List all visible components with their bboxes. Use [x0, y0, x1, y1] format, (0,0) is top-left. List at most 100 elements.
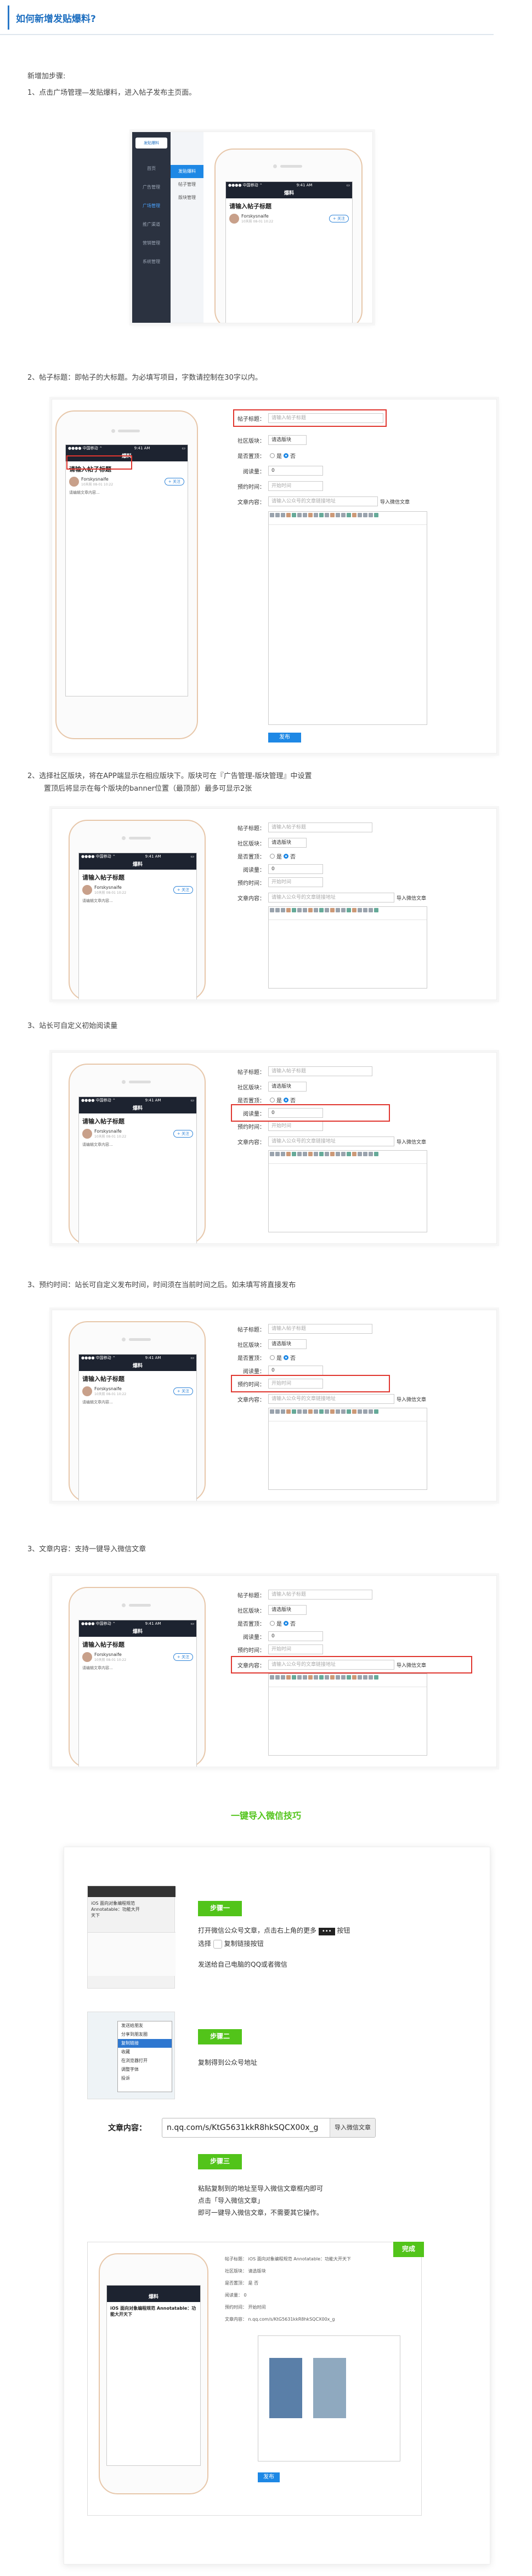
- import-button[interactable]: 导入微信文章: [397, 894, 426, 901]
- post-title-placeholder: 请输入帖子标题: [82, 1118, 124, 1125]
- time-input[interactable]: 开始时间: [268, 877, 323, 887]
- import-button[interactable]: 导入微信文章: [380, 498, 410, 505]
- status-bar: ●●●● 中国移动 ⌃ 9:41 AM ▭: [79, 1097, 196, 1104]
- side-item-system[interactable]: 系统管理: [137, 253, 166, 271]
- follow-button[interactable]: + 关注: [173, 1387, 193, 1395]
- post-form: 帖子标题： 请输入帖子标题 社区版块： 请选版块 是否置顶：是否 阅读量： 0 预约时…: [231, 1584, 491, 1764]
- author-name: Forskysnaife: [94, 885, 122, 890]
- title-input[interactable]: 请输入帖子标题: [268, 1324, 372, 1334]
- status-bar: ●●●● 中国移动 ⌃ 9:41 AM ▭: [79, 1620, 196, 1627]
- editor-toolbar[interactable]: [269, 1151, 427, 1164]
- import-button[interactable]: 导入微信文章: [397, 1396, 426, 1403]
- rich-editor[interactable]: [268, 1150, 427, 1232]
- top-no-radio[interactable]: [284, 1620, 288, 1626]
- content-url-input[interactable]: 请输入公众号的文章链接地址: [268, 496, 378, 506]
- submenu-board[interactable]: 版块管理: [171, 191, 203, 204]
- nav-bar: 爆料: [226, 189, 352, 198]
- board-select[interactable]: 请选版块: [268, 838, 307, 848]
- follow-button[interactable]: + 关注: [329, 215, 349, 222]
- step2-badge: 步骤二: [198, 2029, 242, 2044]
- top-no-radio[interactable]: [284, 1355, 288, 1360]
- read-input[interactable]: 0: [268, 1366, 323, 1375]
- imported-title: iOS 面向对象编程规范 Annotatable：功能大开天下: [110, 2306, 196, 2317]
- side-item-channel[interactable]: 推广渠道: [137, 215, 166, 234]
- step-1-text: 1、点击广场管理—发贴爆料，进入帖子发布主页面。: [27, 89, 196, 97]
- top-yes-radio[interactable]: [270, 853, 275, 859]
- follow-button[interactable]: + 关注: [164, 478, 184, 486]
- label-top: 是否置顶：: [237, 453, 265, 460]
- wechat-header: [88, 1886, 176, 1897]
- follow-button[interactable]: + 关注: [173, 1653, 193, 1661]
- editor-toolbar[interactable]: [269, 907, 427, 920]
- title-input[interactable]: 请输入帖子标题: [268, 1066, 372, 1076]
- rich-editor[interactable]: [268, 1673, 427, 1756]
- post-time: 10天前 08-01 10:22: [94, 1658, 127, 1662]
- side-item-home[interactable]: 首页: [137, 159, 166, 178]
- board-select[interactable]: 请选版块: [268, 435, 307, 445]
- phone-speaker: [129, 837, 151, 839]
- follow-button[interactable]: + 关注: [173, 886, 193, 894]
- follow-button[interactable]: + 关注: [173, 1130, 193, 1138]
- label-time: 预约时间：: [237, 484, 265, 490]
- form-panel-3: ●●●● 中国移动 ⌃ 9:41 AM ▭ 爆料 请输入帖子标题 Forskysna…: [52, 1310, 497, 1501]
- share-sheet: [88, 1932, 176, 1976]
- top-yes-radio[interactable]: [270, 453, 275, 458]
- rich-editor[interactable]: [268, 1408, 427, 1490]
- top-no-radio[interactable]: [284, 1097, 288, 1103]
- import-button[interactable]: 导入微信文章: [397, 1138, 426, 1145]
- label-content: 文章内容：: [237, 499, 265, 506]
- side-item-marketing[interactable]: 营销管理: [137, 234, 166, 253]
- rich-editor[interactable]: [268, 511, 427, 725]
- top-no-radio[interactable]: [284, 853, 288, 859]
- avatar: [82, 1386, 92, 1396]
- board-select[interactable]: 请选版块: [268, 1082, 307, 1092]
- result-submit[interactable]: 发布: [258, 2472, 280, 2482]
- phone-mockup: ●●●● 中国移动 ⌃ 9:41 AM ▭ 爆料 请输入帖子标题 Forskysna…: [214, 148, 363, 323]
- content-url-input[interactable]: 请输入公众号的文章链接地址: [268, 893, 394, 903]
- top-no-radio[interactable]: [284, 453, 288, 458]
- content-url-input[interactable]: 请输入公众号的文章链接地址: [268, 1394, 394, 1404]
- read-input[interactable]: 0: [268, 864, 323, 874]
- nav-bar: 爆料: [79, 1104, 196, 1113]
- step1-badge: 步骤一: [198, 1901, 242, 1916]
- phone-camera: [122, 1338, 126, 1341]
- board-select[interactable]: 请选版块: [268, 1605, 307, 1615]
- top-yes-radio[interactable]: [270, 1097, 275, 1103]
- title-input[interactable]: 请输入帖子标题: [268, 823, 372, 832]
- import-wechat-button[interactable]: 导入微信文章: [330, 2118, 375, 2137]
- status-bar: ●●●● 中国移动 ⌃ 9:41 AM ▭: [226, 182, 352, 189]
- board-select[interactable]: 请选版块: [268, 1339, 307, 1349]
- done-badge: 完成: [393, 2242, 424, 2257]
- label-content: 文章内容：: [237, 895, 265, 902]
- read-input[interactable]: 0: [268, 466, 323, 476]
- rich-editor[interactable]: [268, 906, 427, 989]
- status-bar: ●●●● 中国移动 ⌃ 9:41 AM ▭: [79, 1355, 196, 1361]
- wechat-article-title: iOS 面向对象编程规范 Annotatable：功能大开天下: [91, 1901, 140, 1918]
- author-row: Forskysnaife 10天前 08-01 10:22 + 关注: [79, 1651, 196, 1663]
- title-input[interactable]: 请输入帖子标题: [268, 1590, 372, 1600]
- editor-toolbar[interactable]: [269, 512, 427, 525]
- read-input[interactable]: 0: [268, 1631, 323, 1641]
- side-item-ads[interactable]: 广告管理: [137, 178, 166, 197]
- content-url-input[interactable]: 请输入公众号的文章链接地址: [268, 1136, 394, 1146]
- result-form: 帖子标题： iOS 面向对象编程规范 Annotatable：功能大开天下 社区…: [225, 2257, 352, 2322]
- top-yes-radio[interactable]: [270, 1355, 275, 1360]
- time-input[interactable]: 开始时间: [268, 1644, 323, 1654]
- top-yes-radio[interactable]: [270, 1620, 275, 1626]
- side-item-square[interactable]: 广场管理: [137, 197, 166, 215]
- editor-toolbar[interactable]: [269, 1408, 427, 1421]
- author-name: Forskysnaife: [94, 1652, 122, 1657]
- menu-copy-link[interactable]: 复制链接: [118, 2039, 172, 2048]
- time-input[interactable]: 开始时间: [268, 1121, 323, 1131]
- step2-text: 复制得到公众号地址: [198, 2059, 258, 2066]
- editor-toolbar[interactable]: [269, 1674, 427, 1687]
- post-time: 10天前 08-01 10:22: [81, 483, 114, 487]
- submenu-post[interactable]: 发贴爆料: [171, 165, 203, 178]
- submit-button[interactable]: 发布: [268, 733, 301, 742]
- avatar: [82, 885, 92, 895]
- label-board: 社区版块：: [237, 1084, 265, 1091]
- time-input[interactable]: 开始时间: [268, 481, 323, 491]
- url-input-demo[interactable]: n.qq.com/s/KtG5631kkR8hkSQCX00x_g 导入微信文章: [162, 2118, 376, 2138]
- post-form: 帖子标题： 请输入帖子标题 社区版块： 请选版块 是否置顶：是否 阅读量： 0 预约时…: [233, 409, 491, 744]
- submenu-manage[interactable]: 帖子管理: [171, 178, 203, 191]
